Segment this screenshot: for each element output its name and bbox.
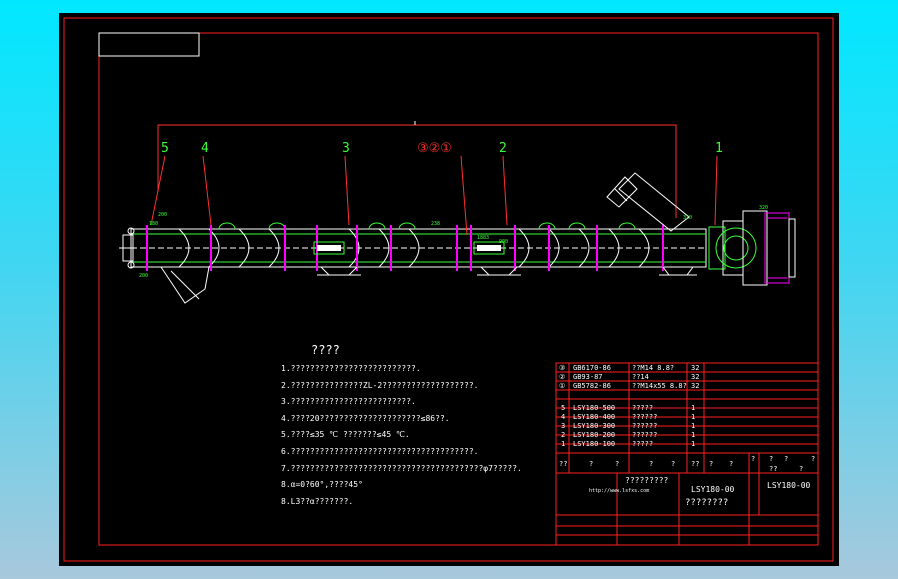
bom-code: GB93-87 (573, 373, 603, 381)
bom-name: ????? (632, 404, 654, 412)
bom-qty: 1 (691, 404, 696, 412)
company-url: http://www.lsfxs.com (589, 488, 650, 494)
bom-code: LSY180-500 (573, 404, 616, 412)
bom-header-cell: ? (671, 460, 676, 468)
drawing-canvas: 5 4 3 ③②① 2 1 200 180 200 238 1883 900 3… (59, 13, 839, 566)
supports (317, 266, 697, 276)
bom-qty: 1 (691, 440, 696, 448)
callout-4: 4 (201, 141, 209, 156)
bom-no: 5 (561, 404, 566, 412)
bom-no: 4 (561, 413, 566, 421)
cad-drawing (63, 17, 834, 562)
drawing-name: ???????? (685, 498, 729, 508)
bom-qty: 32 (691, 373, 700, 381)
note-line: 2.???????????????ZL-2???????????????????… (281, 381, 479, 390)
bom-name: ?????? (632, 413, 658, 421)
bom-header-cell: ? (589, 460, 594, 468)
bom-no: ③ (559, 364, 566, 372)
inlet-chute (606, 172, 690, 232)
note-line: 1.??????????????????????????. (281, 364, 421, 373)
bom-name: ?????? (632, 422, 658, 430)
bom-no: ① (559, 382, 566, 390)
bom-qty: 32 (691, 382, 700, 390)
dim-label: 900 (499, 239, 509, 245)
bom-qty: 32 (691, 364, 700, 372)
bom-header-cell: ?? (559, 460, 568, 468)
drawing-code: LSY180-00 (691, 485, 735, 494)
overall-leader (157, 124, 677, 218)
bom-table (555, 362, 819, 546)
note-line: 8.α=0?60°,????45° (281, 480, 363, 489)
bom-no: ② (559, 373, 566, 381)
bom-name: ????? (632, 440, 654, 448)
bom-code: GB6170-86 (573, 364, 611, 372)
callout-5: 5 (161, 141, 169, 156)
bom-header-cell: ? (615, 460, 620, 468)
bom-no: 1 (561, 440, 566, 448)
bom-header-cell: ?? (691, 460, 700, 468)
bom-header-cell: ? (729, 460, 734, 468)
bom-name: ??M14 8.8? (632, 364, 675, 372)
bom-code: LSY180-400 (573, 413, 616, 421)
notes-title: ???? (311, 343, 340, 357)
note-line: 8.L3??α???????. (281, 497, 354, 506)
bom-header-cell: ? (784, 455, 789, 463)
bom-code: GB5782-86 (573, 382, 611, 390)
dim-label: 320 (759, 205, 769, 211)
dim-label: 1883 (477, 235, 490, 241)
note-line: 6.??????????????????????????????????????… (281, 447, 479, 456)
discharge-chute (160, 266, 210, 304)
bom-name: ?????? (632, 431, 658, 439)
bom-header-cell: ? (769, 455, 774, 463)
dim-label: 200 (139, 273, 149, 279)
drive-unit (708, 210, 796, 286)
bom-qty: 1 (691, 413, 696, 421)
company-name: ????????? (625, 476, 669, 485)
bom-name: ??M14x55 8.8? (632, 382, 687, 390)
bom-header-cell: ? (751, 455, 756, 463)
bom-header-cell: ? (811, 455, 816, 463)
outer-border (63, 17, 834, 562)
bom-code: LSY180-100 (573, 440, 616, 448)
corner-title-box (98, 32, 200, 57)
bom-header-cell: ? (649, 460, 654, 468)
drawing-code-right: LSY180-00 (767, 481, 811, 490)
callout-fasteners: ③②① (417, 141, 452, 156)
note-line: 4.????20?????????????????????≤86??. (281, 414, 450, 423)
bom-header-cell: ?? (769, 465, 778, 473)
bom-qty: 1 (691, 422, 696, 430)
dim-label: 238 (431, 221, 441, 227)
flight-tops (218, 222, 636, 230)
bom-header-cell: ? (709, 460, 714, 468)
bom-name: ??14 (632, 373, 649, 381)
dim-label: 180 (149, 221, 159, 227)
bom-qty: 1 (691, 431, 696, 439)
note-line: 7.??????????????????????????????????????… (281, 464, 522, 473)
bom-no: 3 (561, 422, 566, 430)
dim-label: 320 (683, 215, 693, 221)
callout-2: 2 (499, 141, 507, 156)
note-line: 3.?????????????????????????. (281, 397, 416, 406)
bom-code: LSY180-200 (573, 431, 616, 439)
bom-code: LSY180-300 (573, 422, 616, 430)
bom-header-cell: ? (799, 465, 804, 473)
dim-label: 200 (158, 212, 168, 218)
note-line: 5.????≤35 ℃ ???????≤45 ℃. (281, 430, 410, 439)
callout-1: 1 (715, 141, 723, 156)
callout-3: 3 (342, 141, 350, 156)
bom-no: 2 (561, 431, 566, 439)
